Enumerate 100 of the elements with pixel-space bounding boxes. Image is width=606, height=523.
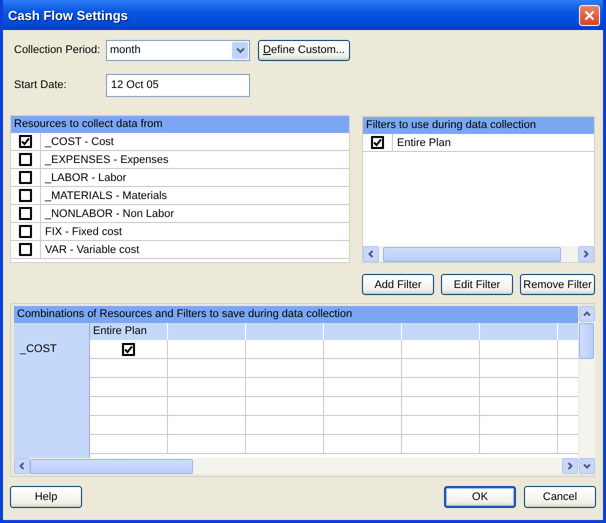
- resource-row[interactable]: _MATERIALS - Materials: [11, 187, 349, 205]
- checkbox[interactable]: [19, 243, 32, 256]
- dialog-button[interactable]: Help: [10, 486, 82, 508]
- grid-cell[interactable]: [480, 435, 558, 454]
- grid-cell[interactable]: [402, 397, 480, 416]
- horizontal-scrollbar[interactable]: [363, 246, 594, 262]
- checkmark-icon: [124, 344, 133, 354]
- filter-row[interactable]: Entire Plan: [363, 134, 594, 152]
- grid-cell[interactable]: [480, 397, 558, 416]
- field-label: Collection Period:: [13, 44, 102, 56]
- window-title: Cash Flow Settings: [8, 8, 128, 22]
- grid-cell[interactable]: [90, 416, 168, 435]
- resource-row[interactable]: _NONLABOR - Non Labor: [11, 205, 349, 223]
- scroll-left-button[interactable]: [363, 246, 379, 262]
- filter-button[interactable]: Edit Filter: [441, 274, 513, 295]
- horizontal-scrollbar[interactable]: [14, 458, 578, 474]
- resource-label: _MATERIALS - Materials: [44, 190, 168, 202]
- grid-cell[interactable]: [168, 435, 246, 454]
- grid-cell[interactable]: [90, 397, 168, 416]
- checkbox[interactable]: [19, 207, 32, 220]
- filter-label: Entire Plan: [396, 136, 451, 148]
- grid-cell[interactable]: [402, 435, 480, 454]
- chevron-down-icon: [583, 462, 591, 470]
- checkbox[interactable]: [19, 171, 32, 184]
- filter-button[interactable]: Add Filter: [362, 274, 434, 295]
- checkbox[interactable]: [371, 136, 384, 149]
- grid-cell[interactable]: [324, 340, 402, 359]
- vertical-scrollbar[interactable]: [579, 306, 595, 474]
- grid-cell[interactable]: [402, 340, 480, 359]
- grid-cell[interactable]: [168, 378, 246, 397]
- grid-cell[interactable]: [246, 397, 324, 416]
- grid-cell[interactable]: [246, 359, 324, 378]
- grid-cell[interactable]: [168, 340, 246, 359]
- grid-cell[interactable]: [246, 416, 324, 435]
- grid-cell[interactable]: [402, 378, 480, 397]
- scroll-right-button[interactable]: [578, 246, 594, 262]
- scroll-left-button[interactable]: [14, 458, 30, 474]
- grid-cell[interactable]: [480, 359, 558, 378]
- chevron-up-icon: [583, 310, 591, 318]
- grid-cell[interactable]: [90, 435, 168, 454]
- period-dropdown[interactable]: month: [106, 40, 250, 60]
- grid-cell[interactable]: [480, 340, 558, 359]
- define-custom-button[interactable]: Define Custom...: [258, 40, 350, 60]
- resource-label: _COST - Cost: [44, 136, 114, 148]
- scroll-up-button[interactable]: [579, 306, 595, 322]
- field-label: Start Date:: [13, 79, 68, 91]
- grid-cell[interactable]: [402, 416, 480, 435]
- dropdown-button[interactable]: [232, 42, 248, 58]
- close-button[interactable]: [579, 4, 600, 26]
- grid-cell[interactable]: [168, 359, 246, 378]
- close-icon: [584, 10, 595, 20]
- row-header: _COST: [18, 342, 58, 357]
- filter-button[interactable]: Remove Filter: [520, 274, 595, 295]
- grid-cell[interactable]: [168, 397, 246, 416]
- grid-cell[interactable]: [480, 416, 558, 435]
- scrollbar-thumb[interactable]: [30, 458, 193, 474]
- grid-cell[interactable]: [324, 397, 402, 416]
- column-header: Entire Plan: [90, 323, 168, 340]
- checkmark-icon: [21, 137, 30, 146]
- checkmark-icon: [373, 138, 382, 147]
- resource-row[interactable]: _LABOR - Labor: [11, 169, 349, 187]
- scrollbar-thumb[interactable]: [579, 323, 594, 359]
- chevron-left-icon: [18, 462, 26, 470]
- grid-cell[interactable]: [324, 359, 402, 378]
- scrollbar-thumb[interactable]: [383, 246, 561, 262]
- grid-cell[interactable]: [246, 378, 324, 397]
- grid-cell[interactable]: [324, 416, 402, 435]
- grid-cell[interactable]: [402, 359, 480, 378]
- grid-cell[interactable]: [90, 340, 168, 359]
- checkbox[interactable]: [19, 153, 32, 166]
- grid-cell[interactable]: [324, 378, 402, 397]
- dialog-button[interactable]: Cancel: [524, 486, 596, 508]
- scroll-down-button[interactable]: [579, 458, 595, 474]
- grid-cell[interactable]: [246, 340, 324, 359]
- checkbox[interactable]: [19, 189, 32, 202]
- checkbox[interactable]: [19, 135, 32, 148]
- grid-cell[interactable]: [168, 416, 246, 435]
- grid-cell[interactable]: [324, 435, 402, 454]
- grid-cell[interactable]: [90, 359, 168, 378]
- list-header: Filters to use during data collection: [363, 117, 594, 134]
- list-header: Resources to collect data from: [11, 116, 349, 133]
- resource-label: _EXPENSES - Expenses: [44, 154, 169, 166]
- checkbox[interactable]: [19, 225, 32, 238]
- resource-row[interactable]: _EXPENSES - Expenses: [11, 151, 349, 169]
- start-date-field[interactable]: 12 Oct 05: [106, 74, 250, 96]
- resource-row[interactable]: VAR - Variable cost: [11, 241, 349, 259]
- grid-cell[interactable]: [246, 435, 324, 454]
- resource-label: VAR - Variable cost: [44, 244, 140, 256]
- grid-cell[interactable]: [90, 378, 168, 397]
- resource-row[interactable]: FIX - Fixed cost: [11, 223, 349, 241]
- resource-row[interactable]: _COST - Cost: [11, 133, 349, 151]
- grid-header: Combinations of Resources and Filters to save during data collection: [14, 306, 578, 323]
- resource-label: _NONLABOR - Non Labor: [44, 208, 174, 220]
- chevron-down-icon: [236, 46, 244, 54]
- scroll-right-button[interactable]: [562, 458, 578, 474]
- grid-cell[interactable]: [480, 378, 558, 397]
- chevron-right-icon: [582, 250, 590, 258]
- checkbox[interactable]: [122, 342, 135, 356]
- dialog-button[interactable]: OK: [444, 486, 516, 508]
- resource-label: _LABOR - Labor: [44, 172, 126, 184]
